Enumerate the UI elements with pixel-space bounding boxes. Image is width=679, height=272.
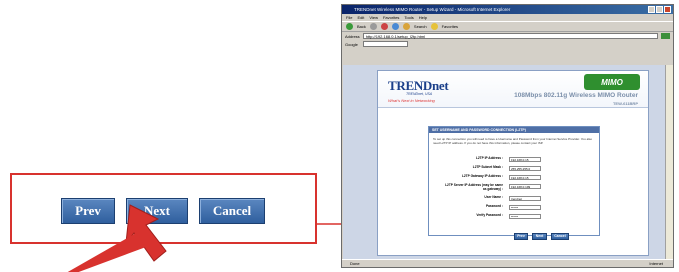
- cancel-button[interactable]: Cancel: [199, 198, 265, 224]
- search-label[interactable]: Search: [414, 24, 427, 29]
- form-row: L2TP IP Address : 192.168.0.15: [429, 156, 599, 163]
- browser-window: TRENDnet Wireless MIMO Router - Setup Wi…: [341, 4, 674, 268]
- menu-edit[interactable]: Edit: [357, 14, 364, 21]
- server-ip-input[interactable]: 192.168.0.199: [509, 184, 541, 189]
- home-icon[interactable]: [402, 23, 410, 30]
- forward-icon[interactable]: [369, 23, 377, 30]
- page-viewport: TRENDnet TRENDnet, USA What's Next in Ne…: [343, 65, 666, 261]
- form-row: L2TP Server IP Address (may be same as g…: [429, 183, 599, 191]
- model-number: TEW-611BRP: [612, 101, 638, 106]
- field-label: L2TP IP Address :: [475, 156, 503, 160]
- l2tp-ip-input[interactable]: 192.168.0.15: [509, 157, 541, 162]
- stop-icon[interactable]: [380, 23, 388, 30]
- favorites-label[interactable]: Favorites: [442, 24, 458, 29]
- username-input[interactable]: trendnet: [509, 196, 541, 201]
- field-label: L2TP Server IP Address (may be same as g…: [445, 183, 503, 191]
- field-label: User Name :: [484, 195, 503, 199]
- page-header: TRENDnet TRENDnet, USA What's Next in Ne…: [378, 71, 648, 108]
- page-next-button[interactable]: Next: [532, 233, 547, 240]
- logo-subtitle: TRENDnet, USA: [406, 92, 433, 96]
- menu-help[interactable]: Help: [419, 14, 427, 21]
- pointer-arrow-icon: [67, 204, 167, 272]
- status-bar: Done Internet: [342, 259, 673, 267]
- form-row: L2TP Subnet Mask : 255.255.255.0: [429, 165, 599, 172]
- window-title: TRENDnet Wireless MIMO Router - Setup Wi…: [354, 7, 511, 12]
- router-setup-page: TRENDnet TRENDnet, USA What's Next in Ne…: [377, 70, 649, 256]
- panel-description: To set up this connection you will need …: [433, 137, 593, 145]
- field-label: L2TP Subnet Mask :: [472, 165, 503, 169]
- form-row: Verify Password : ******: [429, 213, 599, 220]
- go-button[interactable]: [661, 33, 670, 39]
- links-bar: [342, 48, 673, 55]
- field-label: Verify Password :: [476, 213, 503, 217]
- browser-toolbar: Back Search Favorites: [342, 21, 673, 32]
- form-row: L2TP Gateway IP Address : 192.168.0.15: [429, 174, 599, 181]
- field-label: Password :: [485, 204, 503, 208]
- tagline: What's Next in Networking: [388, 98, 435, 103]
- zone-text: Internet: [649, 261, 663, 266]
- address-input[interactable]: http://192.168.0.1/setup_l2tp.html: [362, 33, 658, 39]
- google-toolbar: Google: [342, 40, 673, 48]
- subnet-mask-input[interactable]: 255.255.255.0: [509, 166, 541, 171]
- minimize-icon[interactable]: [648, 6, 655, 13]
- google-label: Google: [345, 41, 358, 47]
- menu-favorites[interactable]: Favorites: [383, 14, 399, 21]
- form-row: User Name : trendnet: [429, 195, 599, 202]
- status-text: Done: [350, 261, 360, 266]
- back-icon[interactable]: [346, 23, 353, 30]
- l2tp-settings-panel: SET USERNAME AND PASSWORD CONNECTION (L2…: [428, 126, 600, 236]
- vertical-scrollbar[interactable]: [665, 65, 673, 261]
- page-cancel-button[interactable]: Cancel: [551, 233, 569, 240]
- form-row: Password : ******: [429, 204, 599, 211]
- product-name: 108Mbps 802.11g Wireless MIMO Router: [514, 92, 638, 99]
- field-label: L2TP Gateway IP Address :: [461, 174, 503, 178]
- menu-tools[interactable]: Tools: [404, 14, 413, 21]
- window-titlebar: TRENDnet Wireless MIMO Router - Setup Wi…: [342, 5, 673, 14]
- address-label: Address: [345, 33, 360, 39]
- favorites-icon[interactable]: [430, 23, 438, 30]
- close-icon[interactable]: [664, 6, 671, 13]
- address-bar: Address http://192.168.0.1/setup_l2tp.ht…: [342, 32, 673, 40]
- mimo-badge: MIMO: [584, 74, 640, 90]
- menu-bar: File Edit View Favorites Tools Help: [342, 14, 673, 21]
- maximize-icon[interactable]: [656, 6, 663, 13]
- refresh-icon[interactable]: [391, 23, 399, 30]
- password-input[interactable]: ******: [509, 205, 541, 210]
- verify-password-input[interactable]: ******: [509, 214, 541, 219]
- menu-file[interactable]: File: [346, 14, 352, 21]
- menu-view[interactable]: View: [369, 14, 378, 21]
- google-search-input[interactable]: [362, 41, 408, 47]
- gateway-ip-input[interactable]: 192.168.0.15: [509, 175, 541, 180]
- page-prev-button[interactable]: Prev: [514, 233, 528, 240]
- back-label[interactable]: Back: [357, 24, 366, 29]
